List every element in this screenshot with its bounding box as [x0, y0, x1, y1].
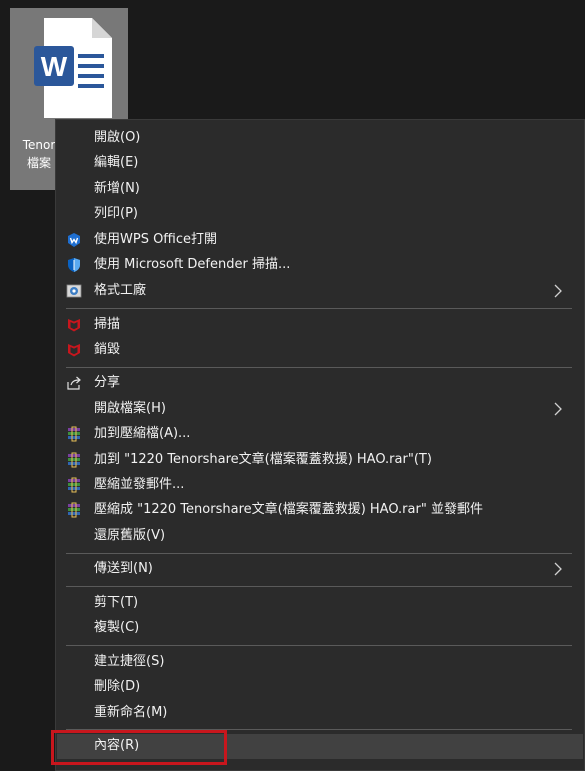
menu-separator	[66, 308, 572, 309]
menu-item-delete[interactable]: 刪除(D)	[57, 675, 583, 700]
menu-item-label: 使用WPS Office打開	[94, 232, 218, 247]
menu-item-label: 列印(P)	[94, 206, 138, 221]
menu-separator	[66, 645, 572, 646]
menu-item-label: 分享	[94, 375, 121, 390]
menu-separator	[66, 553, 572, 554]
menu-item-compress-named-and-email[interactable]: 壓縮成 "1220 Tenorshare文章(檔案覆蓋救援) HAO.rar" …	[57, 498, 583, 523]
menu-item-share[interactable]: 分享	[57, 371, 583, 396]
menu-item-restore-previous[interactable]: 還原舊版(V)	[57, 524, 583, 549]
menu-item-label: 加到壓縮檔(A)...	[94, 426, 191, 441]
menu-item-add-to-named-rar[interactable]: 加到 "1220 Tenorshare文章(檔案覆蓋救援) HAO.rar"(T…	[57, 448, 583, 473]
context-menu: 開啟(O) 編輯(E) 新增(N) 列印(P) 使用WPS Office打開 使…	[55, 119, 585, 771]
wps-icon	[66, 232, 82, 248]
menu-item-label: 壓縮成 "1220 Tenorshare文章(檔案覆蓋救援) HAO.rar" …	[94, 502, 483, 517]
menu-item-open[interactable]: 開啟(O)	[57, 126, 583, 151]
menu-item-label: 傳送到(N)	[94, 561, 153, 576]
highlight-annotation-box	[51, 730, 227, 765]
menu-item-mcafee-shred[interactable]: 銷毀	[57, 338, 583, 363]
menu-item-label: 開啟(O)	[94, 130, 141, 145]
mcafee-icon	[66, 317, 82, 333]
winrar-icon	[66, 426, 82, 442]
menu-item-create-shortcut[interactable]: 建立捷徑(S)	[57, 650, 583, 675]
menu-item-label: 銷毀	[94, 342, 121, 357]
winrar-icon	[66, 477, 82, 493]
menu-item-rename[interactable]: 重新命名(M)	[57, 701, 583, 726]
share-icon	[66, 375, 82, 391]
menu-item-print[interactable]: 列印(P)	[57, 202, 583, 227]
menu-item-open-with[interactable]: 開啟檔案(H)	[57, 397, 583, 422]
menu-item-mcafee-scan[interactable]: 掃描	[57, 313, 583, 338]
menu-item-label: 新增(N)	[94, 181, 140, 196]
menu-item-label: 刪除(D)	[94, 679, 141, 694]
chevron-right-icon	[554, 284, 562, 298]
winrar-icon	[66, 452, 82, 468]
menu-item-label: 壓縮並發郵件...	[94, 477, 185, 492]
menu-item-send-to[interactable]: 傳送到(N)	[57, 557, 583, 582]
chevron-right-icon	[554, 402, 562, 416]
menu-item-label: 複製(C)	[94, 620, 140, 635]
menu-item-format-factory[interactable]: 格式工廠	[57, 279, 583, 304]
menu-item-label: 重新命名(M)	[94, 705, 168, 720]
menu-item-label: 編輯(E)	[94, 155, 139, 170]
mcafee-icon	[66, 342, 82, 358]
menu-item-edit[interactable]: 編輯(E)	[57, 151, 583, 176]
word-document-icon: W	[34, 18, 112, 118]
menu-item-label: 還原舊版(V)	[94, 528, 166, 543]
winrar-icon	[66, 502, 82, 518]
format-factory-icon	[66, 283, 82, 299]
menu-item-label: 格式工廠	[94, 283, 147, 298]
menu-item-add-to-archive[interactable]: 加到壓縮檔(A)...	[57, 422, 583, 447]
menu-item-label: 使用 Microsoft Defender 掃描...	[94, 257, 291, 272]
menu-separator	[66, 367, 572, 368]
menu-item-defender-scan[interactable]: 使用 Microsoft Defender 掃描...	[57, 253, 583, 278]
menu-item-label: 開啟檔案(H)	[94, 401, 166, 416]
menu-separator	[66, 586, 572, 587]
menu-item-open-with-wps[interactable]: 使用WPS Office打開	[57, 228, 583, 253]
menu-item-cut[interactable]: 剪下(T)	[57, 591, 583, 616]
word-letter: W	[41, 51, 68, 82]
menu-item-new[interactable]: 新增(N)	[57, 177, 583, 202]
defender-shield-icon	[66, 257, 82, 273]
menu-item-label: 剪下(T)	[94, 595, 139, 610]
chevron-right-icon	[554, 562, 562, 576]
menu-item-compress-and-email[interactable]: 壓縮並發郵件...	[57, 473, 583, 498]
menu-item-label: 加到 "1220 Tenorshare文章(檔案覆蓋救援) HAO.rar"(T…	[94, 452, 432, 467]
menu-item-label: 掃描	[94, 317, 121, 332]
menu-item-copy[interactable]: 複製(C)	[57, 616, 583, 641]
menu-item-label: 建立捷徑(S)	[94, 654, 165, 669]
